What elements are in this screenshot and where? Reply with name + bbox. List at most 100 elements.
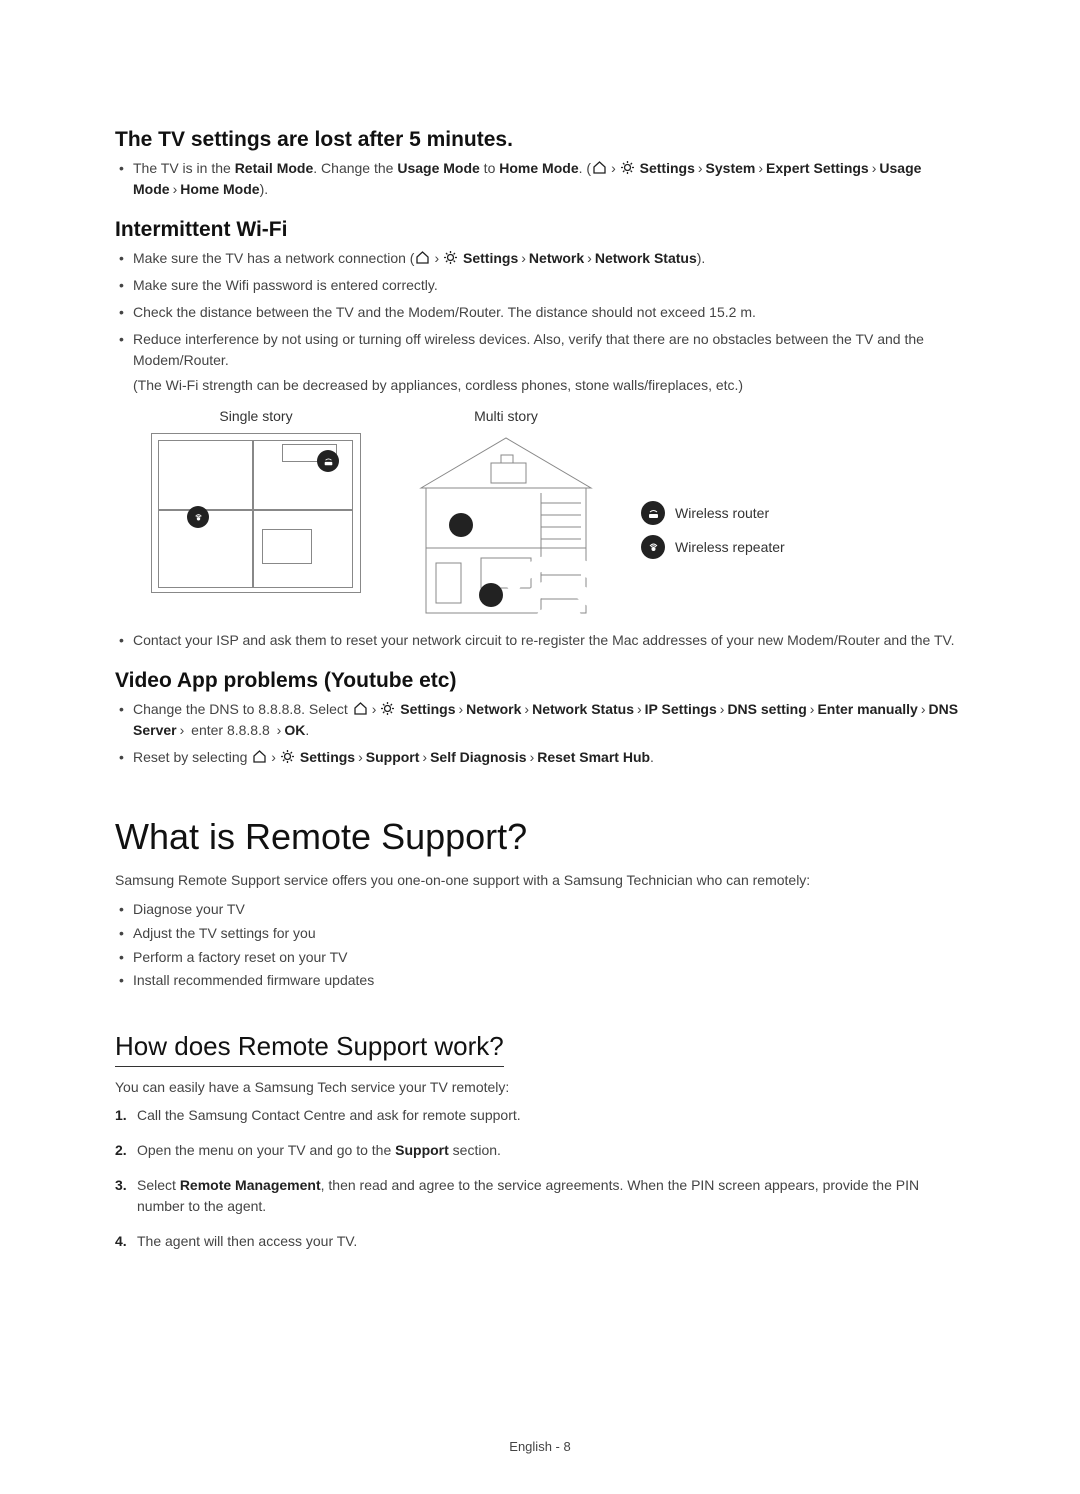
bold-text: Expert Settings [766,160,869,176]
list-item: Contact your ISP and ask them to reset y… [133,630,965,651]
text: enter 8.8.8.8 [187,722,273,738]
list-item: Change the DNS to 8.8.8.8. Select › Sett… [133,699,965,741]
text: . [650,749,654,765]
separator: › [810,701,815,717]
bold-text: Settings [400,701,455,717]
gear-icon [443,250,458,265]
separator: › [434,250,439,266]
legend-label: Wireless repeater [675,537,785,558]
diagram-row: Single story Multi story [151,406,965,618]
separator: › [872,160,877,176]
list-item: Reduce interference by not using or turn… [133,329,965,618]
text: The TV is in the [133,160,235,176]
text: to [480,160,499,176]
text: . ( [579,160,591,176]
list-item: Reset by selecting › Settings›Support›Se… [133,747,965,768]
bold-text: Support [366,749,420,765]
separator: › [530,749,535,765]
bold-text: Settings [640,160,695,176]
list-wifi: Make sure the TV has a network connectio… [115,248,965,651]
heading-intermittent-wifi: Intermittent Wi-Fi [115,218,965,242]
gear-icon [380,701,395,716]
separator: › [358,749,363,765]
home-icon [592,160,607,175]
separator: › [372,701,377,717]
step-item: 2. Open the menu on your TV and go to the… [115,1140,965,1161]
gear-icon [280,749,295,764]
list-item: Make sure the TV has a network connectio… [133,248,965,269]
repeater-icon [641,535,665,559]
step-text: Call the Samsung Contact Centre and ask … [137,1107,521,1123]
heading-video-app-problems: Video App problems (Youtube etc) [115,669,965,693]
bold-text: DNS setting [727,701,806,717]
list-item: Install recommended firmware updates [133,969,965,993]
separator: › [521,250,526,266]
bold-text: Enter manually [817,701,917,717]
step-number: 1. [115,1105,127,1126]
bold-text: Network [466,701,521,717]
page-footer: English - 8 [0,1439,1080,1454]
heading-how-does-remote-support-work: How does Remote Support work? [115,1031,504,1067]
separator: › [180,722,185,738]
diagram-legend: Wireless router Wireless repeater [641,501,785,569]
separator: › [524,701,529,717]
bold-text: Network [529,250,584,266]
text: . Change the [313,160,397,176]
bold-text: Usage Mode [397,160,479,176]
repeater-node-icon [187,506,209,528]
legend-row-router: Wireless router [641,501,785,525]
list-item: Check the distance between the TV and th… [133,302,965,323]
bold-text: System [706,160,756,176]
step-number: 2. [115,1140,127,1161]
heading-tv-settings-lost: The TV settings are lost after 5 minutes… [115,128,965,152]
home-icon [252,749,267,764]
diagram-label-multi: Multi story [474,406,538,427]
text: . [305,722,309,738]
bold-text: Support [395,1142,449,1158]
list-remote-support: Diagnose your TV Adjust the TV settings … [115,898,965,993]
list-item: Diagnose your TV [133,898,965,922]
bold-text: Settings [463,250,518,266]
step-text: The agent will then access your TV. [137,1233,357,1249]
home-icon [415,250,430,265]
note-text: (The Wi-Fi strength can be decreased by … [133,375,965,396]
diagram-label-single: Single story [219,406,292,427]
list-item: Make sure the Wifi password is entered c… [133,275,965,296]
separator: › [422,749,427,765]
list-video-app: Change the DNS to 8.8.8.8. Select › Sett… [115,699,965,768]
step-number: 3. [115,1175,127,1196]
list-item: Adjust the TV settings for you [133,922,965,946]
heading-what-is-remote-support: What is Remote Support? [115,816,965,858]
text: Reset by selecting [133,749,251,765]
text: Make sure the TV has a network connectio… [133,250,414,266]
bold-text: Retail Mode [235,160,314,176]
step-text: section. [449,1142,501,1158]
separator: › [587,250,592,266]
separator: › [758,160,763,176]
house-multi-story [401,433,611,618]
list-item: The TV is in the Retail Mode. Change the… [133,158,965,200]
bold-text: Home Mode [499,160,578,176]
home-icon [353,701,368,716]
bold-text: Network Status [595,250,697,266]
legend-label: Wireless router [675,503,769,524]
separator: › [698,160,703,176]
bold-text: Home Mode [180,181,259,197]
step-text: Open the menu on your TV and go to the [137,1142,395,1158]
legend-row-repeater: Wireless repeater [641,535,785,559]
steps-list: 1. Call the Samsung Contact Centre and as… [115,1105,965,1252]
remote-support-intro: Samsung Remote Support service offers yo… [115,872,965,888]
list-tv-settings: The TV is in the Retail Mode. Change the… [115,158,965,200]
step-item: 4.The agent will then access your TV. [115,1231,965,1252]
separator: › [637,701,642,717]
step-text: Select [137,1177,180,1193]
bold-text: Remote Management [180,1177,321,1193]
bold-text: Self Diagnosis [430,749,526,765]
bold-text: OK [284,722,305,738]
text: ). [697,250,706,266]
separator: › [459,701,464,717]
text: Reduce interference by not using or turn… [133,331,924,368]
router-node-icon [317,450,339,472]
bold-text: Settings [300,749,355,765]
step-item: 1. Call the Samsung Contact Centre and as… [115,1105,965,1126]
